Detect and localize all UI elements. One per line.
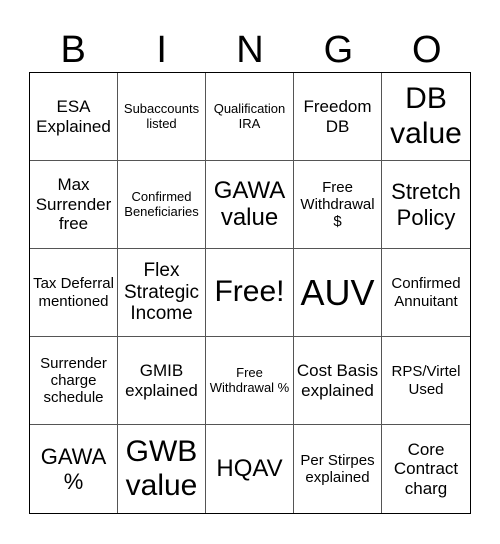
bingo-cell[interactable]: GWB value <box>118 425 206 513</box>
header-letter-b: B <box>60 29 86 71</box>
bingo-cell[interactable]: Subaccounts listed <box>118 73 206 161</box>
bingo-cell[interactable]: GAWA value <box>206 161 294 249</box>
bingo-cell[interactable]: DB value <box>382 73 470 161</box>
bingo-cell[interactable]: Flex Strategic Income <box>118 249 206 337</box>
bingo-cell[interactable]: GAWA % <box>30 425 118 513</box>
bingo-cell[interactable]: Stretch Policy <box>382 161 470 249</box>
bingo-card: ESA Explained Subaccounts listed Qualifi… <box>29 72 471 514</box>
bingo-header: B I N G O <box>29 28 471 72</box>
header-letter-n: N <box>236 29 264 71</box>
bingo-cell[interactable]: Qualification IRA <box>206 73 294 161</box>
header-letter-g: G <box>323 29 354 71</box>
bingo-cell[interactable]: GMIB explained <box>118 337 206 425</box>
bingo-cell[interactable]: HQAV <box>206 425 294 513</box>
bingo-cell[interactable]: AUV <box>294 249 382 337</box>
bingo-cell[interactable]: Freedom DB <box>294 73 382 161</box>
bingo-cell[interactable]: Free Withdrawal $ <box>294 161 382 249</box>
bingo-cell[interactable]: Confirmed Annuitant <box>382 249 470 337</box>
bingo-cell[interactable]: Max Surrender free <box>30 161 118 249</box>
header-letter-o: O <box>412 29 442 71</box>
bingo-cell[interactable]: Tax Deferral mentioned <box>30 249 118 337</box>
free-space-cell[interactable]: Free! <box>206 249 294 337</box>
bingo-cell[interactable]: Core Contract charg <box>382 425 470 513</box>
bingo-cell[interactable]: RPS/Virtel Used <box>382 337 470 425</box>
bingo-cell[interactable]: Free Withdrawal % <box>206 337 294 425</box>
bingo-cell[interactable]: ESA Explained <box>30 73 118 161</box>
header-letter-i: I <box>156 29 167 71</box>
bingo-cell[interactable]: Cost Basis explained <box>294 337 382 425</box>
bingo-cell[interactable]: Surrender charge schedule <box>30 337 118 425</box>
bingo-cell[interactable]: Confirmed Beneficiaries <box>118 161 206 249</box>
bingo-cell[interactable]: Per Stirpes explained <box>294 425 382 513</box>
